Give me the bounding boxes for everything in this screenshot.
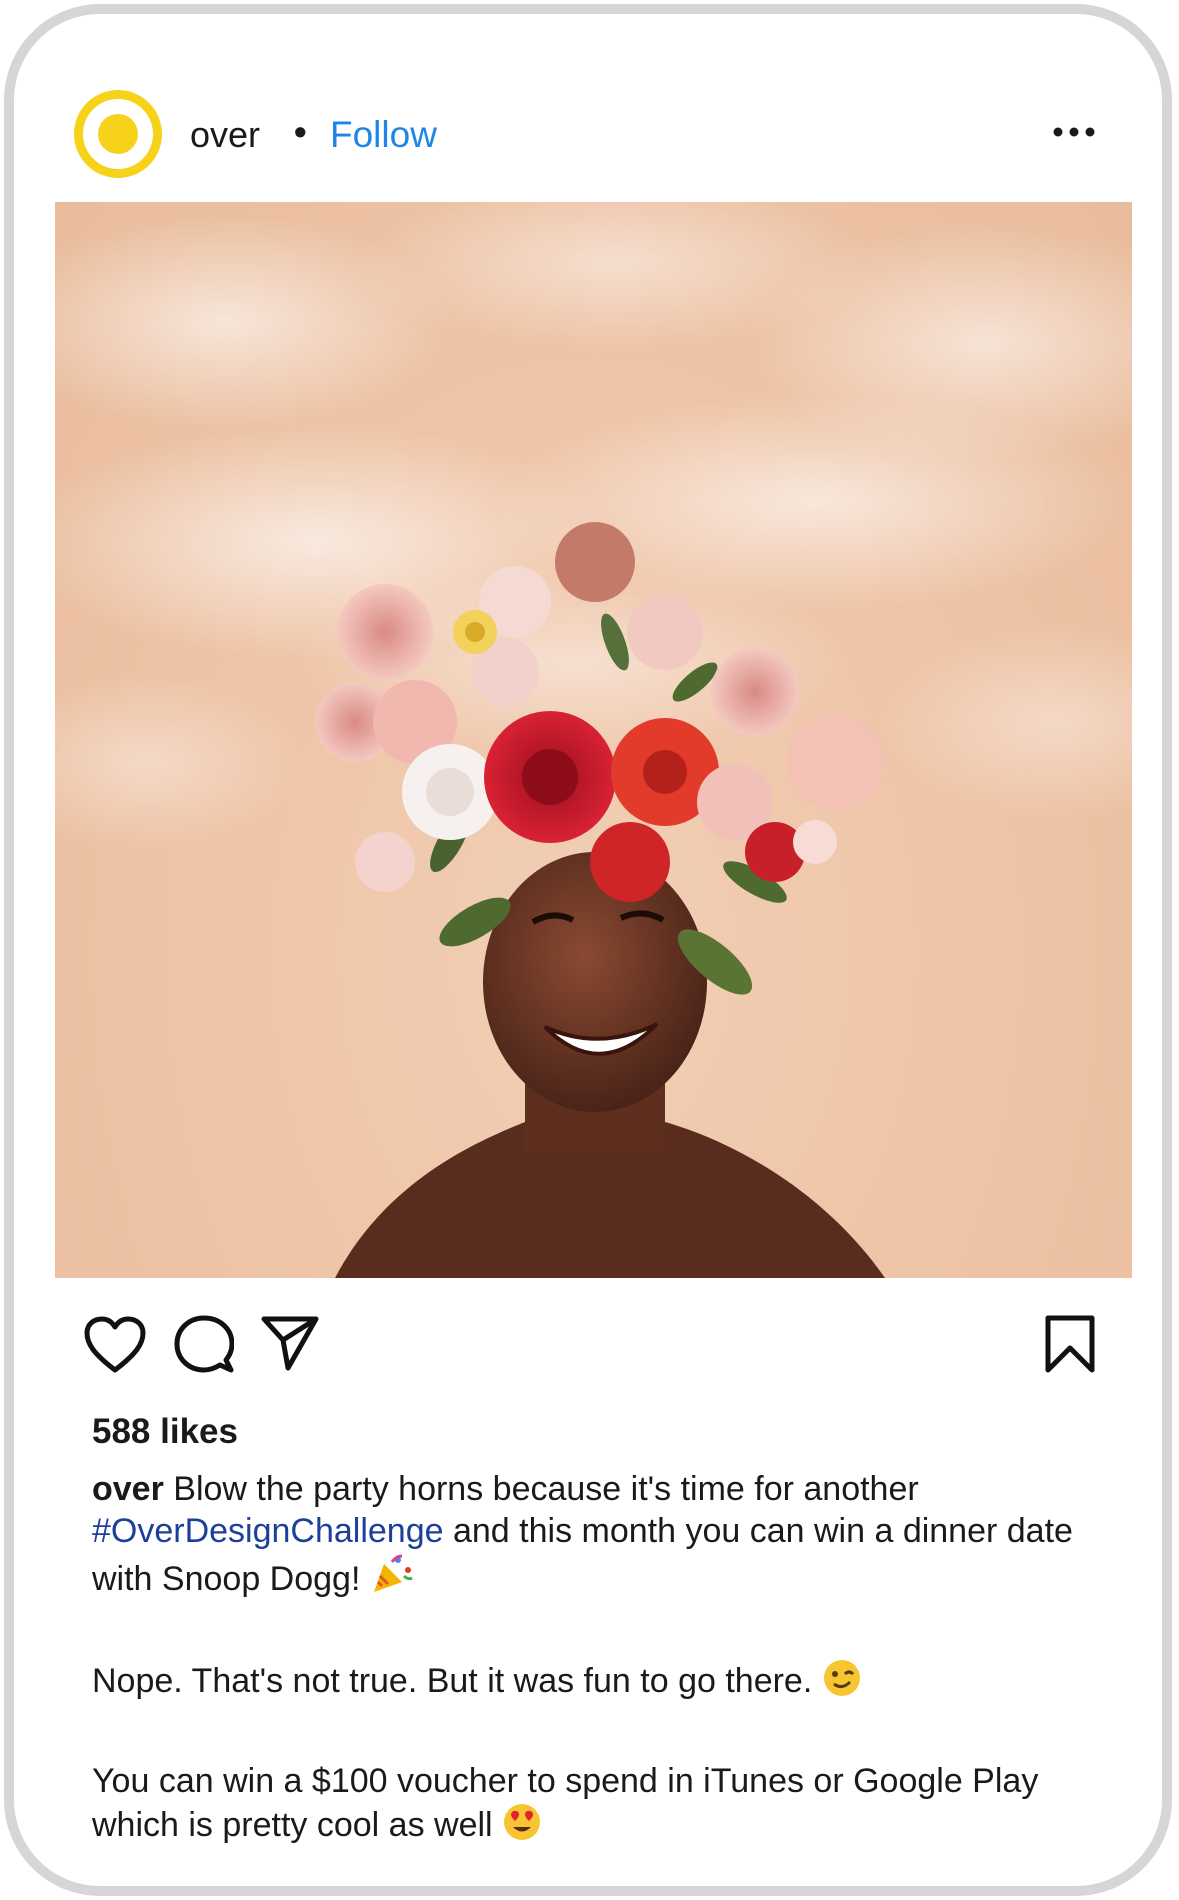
flower — [590, 822, 670, 902]
winking-face-emoji — [822, 1658, 862, 1708]
flower — [711, 648, 799, 736]
flower — [787, 714, 883, 810]
flower — [555, 522, 635, 602]
cloud — [875, 622, 1132, 822]
caption-username[interactable]: over — [92, 1470, 164, 1508]
action-bar — [14, 1304, 1162, 1384]
flower — [793, 820, 837, 864]
face — [483, 852, 707, 1112]
phone-frame: over • Follow 588 likes over Blow the pa… — [4, 4, 1172, 1896]
hashtag-link[interactable]: #OverDesignChallenge — [92, 1512, 444, 1550]
flower — [355, 832, 415, 892]
caption-paragraph-1: over Blow the party horns because it's t… — [92, 1468, 1112, 1606]
likes-count[interactable]: 588 likes — [92, 1412, 238, 1452]
caption-text-2: Nope. That's not true. But it was fun to… — [92, 1662, 822, 1700]
bookmark-icon[interactable] — [1044, 1314, 1096, 1379]
heart-icon[interactable] — [84, 1316, 146, 1379]
comment-icon[interactable] — [174, 1314, 235, 1379]
cloud — [55, 672, 305, 852]
over-logo — [98, 114, 138, 154]
caption-paragraph-2: Nope. That's not true. But it was fun to… — [92, 1658, 1112, 1708]
post-header: over • Follow — [14, 14, 1162, 204]
caption-text: Blow the party horns because it's time f… — [163, 1470, 919, 1508]
caption-text-3: You can win a $100 voucher to spend in i… — [92, 1762, 1039, 1844]
send-icon[interactable] — [260, 1314, 320, 1377]
post-caption: over Blow the party horns because it's t… — [92, 1468, 1112, 1886]
flower — [627, 594, 703, 670]
avatar[interactable] — [74, 90, 162, 178]
post-photo[interactable] — [55, 202, 1132, 1278]
heart-eyes-emoji — [502, 1802, 542, 1852]
follow-button[interactable]: Follow — [330, 116, 437, 153]
flower — [337, 584, 433, 680]
separator-dot: • — [294, 111, 307, 152]
caption-paragraph-3: You can win a $100 voucher to spend in i… — [92, 1760, 1112, 1852]
party-popper-emoji — [370, 1552, 414, 1606]
more-dots-icon[interactable] — [1052, 122, 1096, 142]
post-username[interactable]: over — [190, 117, 260, 153]
